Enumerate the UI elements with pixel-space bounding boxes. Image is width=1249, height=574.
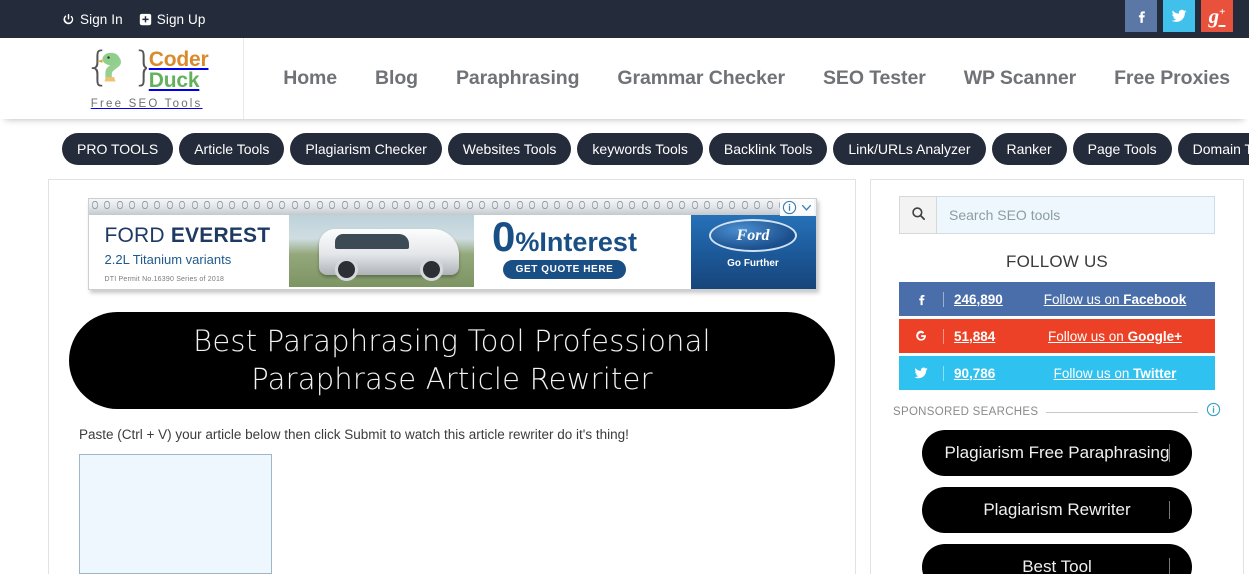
article-input-textarea[interactable] bbox=[79, 453, 272, 574]
pill-backlink-tools[interactable]: Backlink Tools bbox=[708, 133, 828, 165]
ford-logo-icon: Ford bbox=[709, 219, 797, 252]
follow-us-heading: FOLLOW US bbox=[1006, 252, 1108, 271]
tool-category-nav: PRO TOOLS Article Tools Plagiarism Check… bbox=[0, 119, 1249, 179]
paste-instruction: Paste (Ctrl + V) your article below then… bbox=[79, 426, 629, 442]
sidebar-panel: FOLLOW US 246,890 Follow us on Facebook … bbox=[870, 179, 1244, 574]
pill-domain-tools[interactable]: Domain Tools bbox=[1177, 133, 1249, 165]
advertisement-banner[interactable]: FORD EVEREST 2.2L Titanium variants DTI … bbox=[87, 198, 817, 290]
sign-up-link[interactable]: Sign Up bbox=[139, 12, 206, 27]
pill-plagiarism-checker[interactable]: Plagiarism Checker bbox=[290, 133, 442, 165]
pill-article-tools[interactable]: Article Tools bbox=[179, 133, 285, 165]
logo-tagline: Free SEO Tools bbox=[90, 97, 203, 110]
nav-item-paraphrasing[interactable]: Paraphrasing bbox=[437, 67, 598, 90]
follow-googleplus-row[interactable]: 51,884 Follow us on Google+ bbox=[899, 319, 1215, 353]
sign-in-label: Sign In bbox=[80, 11, 123, 27]
svg-text:{: { bbox=[85, 46, 110, 90]
follow-facebook-row[interactable]: 246,890 Follow us on Facebook bbox=[899, 282, 1215, 316]
plus-square-icon bbox=[139, 13, 152, 26]
sign-in-link[interactable]: Sign In bbox=[62, 12, 123, 27]
twitter-follow-label: Follow us on Twitter bbox=[1053, 365, 1177, 381]
logo-duck-text: Duck bbox=[148, 69, 200, 92]
facebook-follow-label: Follow us on Facebook bbox=[1043, 291, 1187, 307]
ad-offer-word: Interest bbox=[539, 226, 637, 257]
site-header: { } Coder Duck Free SEO Tools Home bbox=[0, 38, 1249, 119]
twitter-follower-count: 90,786 bbox=[943, 365, 1021, 381]
ad-offer-text: 0 % Interest bbox=[492, 212, 637, 260]
google-icon bbox=[899, 328, 943, 344]
ad-offer-percent: % bbox=[515, 226, 540, 257]
suv-icon bbox=[318, 229, 459, 281]
chevron-down-icon[interactable] bbox=[799, 200, 814, 215]
page-title: Best Paraphrasing Tool Professional Para… bbox=[193, 324, 711, 397]
nav-item-free-proxies[interactable]: Free Proxies bbox=[1095, 67, 1249, 90]
topbar-social-links: g+ bbox=[1125, 0, 1233, 32]
facebook-icon bbox=[899, 292, 943, 307]
adchoices-info-icon[interactable] bbox=[782, 200, 797, 215]
googleplus-icon[interactable]: g+ bbox=[1201, 0, 1233, 32]
ad-vehicle-photo bbox=[288, 209, 474, 287]
pill-ranker[interactable]: Ranker bbox=[991, 133, 1067, 165]
search-button[interactable] bbox=[899, 196, 937, 234]
nav-item-blog[interactable]: Blog bbox=[356, 67, 437, 90]
site-logo[interactable]: { } Coder Duck Free SEO Tools bbox=[50, 38, 245, 119]
ad-offer-number: 0 bbox=[492, 212, 516, 260]
sponsored-info-icon[interactable] bbox=[1206, 402, 1221, 422]
logo-coder-text: Coder bbox=[148, 48, 209, 72]
sponsored-searches-label: SPONSORED SEARCHES bbox=[893, 406, 1039, 418]
follow-twitter-row[interactable]: 90,786 Follow us on Twitter bbox=[899, 356, 1215, 390]
facebook-follower-count: 246,890 bbox=[943, 291, 1021, 307]
sponsored-item-plagiarism-free-paraphrasing[interactable]: Plagiarism Free Paraphrasing bbox=[922, 430, 1192, 476]
nav-item-wp-scanner[interactable]: WP Scanner bbox=[945, 67, 1095, 90]
ad-cta-button[interactable]: GET QUOTE HERE bbox=[502, 260, 627, 280]
auth-links: Sign In Sign Up bbox=[62, 12, 205, 27]
page-body: FORD EVEREST 2.2L Titanium variants DTI … bbox=[0, 179, 1249, 574]
search-icon bbox=[911, 206, 926, 224]
duck-logo-icon: { } bbox=[85, 44, 157, 97]
sponsored-searches-header: SPONSORED SEARCHES bbox=[893, 402, 1221, 422]
sign-up-label: Sign Up bbox=[156, 11, 206, 27]
main-navigation: Home Blog Paraphrasing Grammar Checker S… bbox=[264, 67, 1249, 90]
googleplus-glyph: g+ bbox=[1208, 3, 1226, 28]
nav-item-grammar-checker[interactable]: Grammar Checker bbox=[598, 67, 804, 90]
pill-link-urls-analyzer[interactable]: Link/URLs Analyzer bbox=[833, 133, 986, 165]
googleplus-follow-label: Follow us on Google+ bbox=[1048, 328, 1182, 344]
spiral-binding-decoration bbox=[88, 199, 816, 215]
ad-brand: FORD bbox=[104, 224, 165, 247]
nav-item-seo-tester[interactable]: SEO Tester bbox=[804, 67, 945, 90]
power-icon bbox=[62, 13, 75, 26]
twitter-icon bbox=[899, 365, 943, 381]
pill-page-tools[interactable]: Page Tools bbox=[1072, 133, 1172, 165]
page-title-banner: Best Paraphrasing Tool Professional Para… bbox=[69, 312, 835, 409]
sponsored-item-plagiarism-rewriter[interactable]: Plagiarism Rewriter bbox=[922, 487, 1192, 533]
divider bbox=[1046, 411, 1198, 413]
pill-pro-tools[interactable]: PRO TOOLS bbox=[62, 133, 174, 165]
nav-item-home[interactable]: Home bbox=[264, 67, 356, 90]
facebook-icon[interactable] bbox=[1125, 0, 1157, 32]
sponsored-item-best-tool[interactable]: Best Tool bbox=[922, 544, 1192, 574]
sidebar-search bbox=[899, 196, 1215, 234]
pill-websites-tools[interactable]: Websites Tools bbox=[447, 133, 572, 165]
twitter-icon[interactable] bbox=[1163, 0, 1195, 32]
ad-model: EVEREST bbox=[170, 224, 271, 247]
svg-text:}: } bbox=[132, 46, 147, 90]
ad-brand-tagline: Go Further bbox=[727, 258, 779, 269]
main-content-panel: FORD EVEREST 2.2L Titanium variants DTI … bbox=[48, 179, 856, 574]
search-input[interactable] bbox=[937, 196, 1215, 234]
googleplus-follower-count: 51,884 bbox=[943, 328, 1021, 344]
utility-topbar: Sign In Sign Up g+ bbox=[0, 0, 1249, 38]
ad-controls bbox=[779, 199, 816, 216]
pill-keywords-tools[interactable]: keywords Tools bbox=[577, 133, 703, 165]
